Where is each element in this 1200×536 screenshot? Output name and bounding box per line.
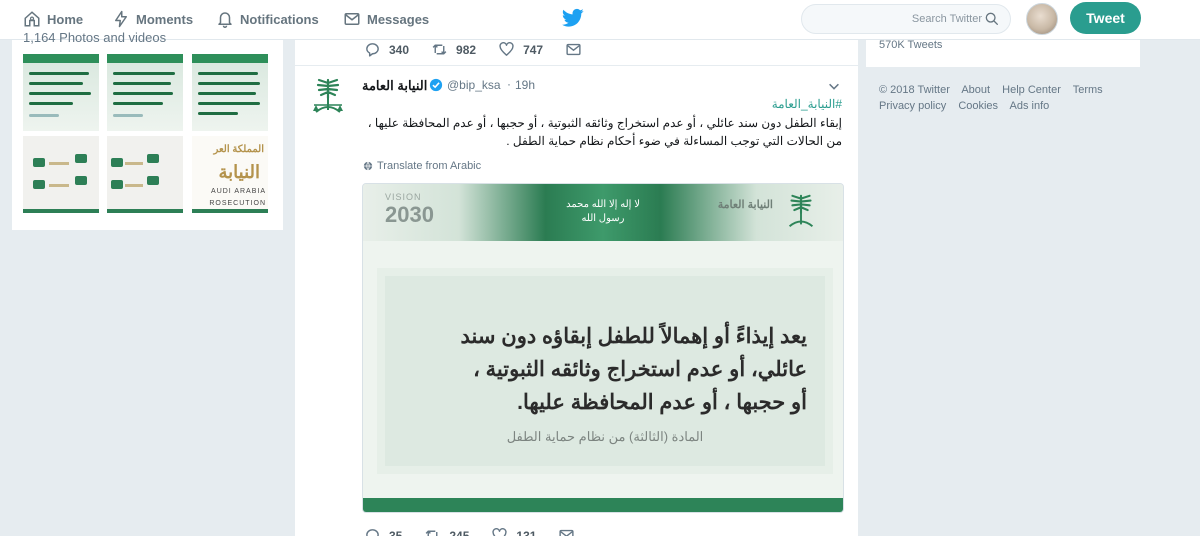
like-button[interactable]: 747 bbox=[498, 41, 543, 58]
envelope-icon bbox=[344, 13, 360, 25]
reply-icon bbox=[366, 529, 379, 536]
quote-text: يعد إيذاءً أو إهمالاً للطفل إبقاؤه دون س… bbox=[387, 320, 807, 419]
search-box[interactable] bbox=[801, 4, 1011, 34]
tweets-count: 570K Tweets bbox=[879, 39, 943, 51]
search-input[interactable] bbox=[812, 5, 982, 33]
photos-and-videos-panel: 1,164 Photos and videos المملكة العر الن… bbox=[12, 30, 283, 230]
footer-link-privacy[interactable]: Privacy policy bbox=[879, 100, 946, 112]
home-icon bbox=[24, 11, 40, 27]
quote-line: أو حجبها ، أو عدم المحافظة عليها. bbox=[517, 391, 807, 414]
thumbnail-logo-text: المملكة العر bbox=[213, 144, 264, 155]
nav-messages[interactable]: Messages bbox=[343, 0, 429, 38]
top-navigation-bar: Home Moments Notifications Messages Twee… bbox=[0, 0, 1200, 40]
bell-icon bbox=[218, 12, 232, 28]
retweet-button[interactable]: 982 bbox=[431, 41, 476, 58]
quote-card: يعد إيذاءً أو إهمالاً للطفل إبقاؤه دون س… bbox=[377, 268, 833, 474]
heart-icon bbox=[499, 42, 514, 56]
direct-message-button[interactable] bbox=[565, 41, 582, 58]
media-thumbnail[interactable] bbox=[192, 54, 268, 131]
tweet-meta-separator: · bbox=[507, 77, 511, 91]
media-thumbnail[interactable]: المملكة العر النيابة AUDI ARABIA ROSECUT… bbox=[192, 136, 268, 213]
tweet-hashtag[interactable]: #النيابة_العامة bbox=[772, 97, 842, 111]
like-count: 747 bbox=[523, 42, 544, 57]
lightning-icon bbox=[115, 10, 127, 28]
search-icon[interactable] bbox=[984, 11, 1000, 27]
thumbnail-logo-text: AUDI ARABIA bbox=[211, 188, 266, 195]
quote-line: يعد إيذاءً أو إهمالاً للطفل إبقاؤه دون س… bbox=[460, 325, 807, 348]
verified-badge-icon bbox=[429, 78, 443, 92]
profile-stats-panel: 570K Tweets bbox=[866, 39, 1140, 67]
nav-notifications[interactable]: Notifications bbox=[216, 0, 319, 38]
media-thumbnail[interactable] bbox=[23, 54, 99, 131]
thumbnail-logo-text: النيابة bbox=[218, 162, 261, 182]
footer-link-cookies[interactable]: Cookies bbox=[958, 100, 998, 112]
media-thumbnail[interactable] bbox=[107, 54, 183, 131]
like-button[interactable]: 131 bbox=[491, 527, 536, 536]
tweet-author-name[interactable]: النيابة العامة bbox=[362, 78, 427, 94]
reply-count: 35 bbox=[389, 528, 403, 536]
footer-link-help-center[interactable]: Help Center bbox=[1002, 84, 1061, 96]
thumbnail-logo-text: ROSECUTION bbox=[209, 200, 266, 207]
footer-copyright: © 2018 Twitter bbox=[879, 84, 950, 96]
footer-link-ads-info[interactable]: Ads info bbox=[1010, 100, 1050, 112]
site-footer: © 2018 Twitter About Help Center Terms P… bbox=[879, 82, 1129, 114]
palm-swords-logo-icon bbox=[788, 194, 814, 228]
tweet-media-image[interactable]: VISION 2030 لا إله إلا الله محمد رسول ال… bbox=[362, 183, 844, 513]
media-thumbnail[interactable] bbox=[23, 136, 99, 213]
translate-label: Translate from Arabic bbox=[377, 160, 482, 172]
retweet-icon bbox=[425, 530, 438, 536]
direct-message-button[interactable] bbox=[558, 527, 575, 536]
tweet-author-avatar[interactable] bbox=[307, 76, 349, 118]
calligraphy-text: لا إله إلا الله محمد رسول الله bbox=[566, 199, 640, 224]
vision-year: 2030 bbox=[385, 202, 434, 227]
vision-label: VISION bbox=[385, 192, 422, 202]
reply-button[interactable]: 340 bbox=[364, 41, 409, 58]
envelope-icon bbox=[566, 43, 581, 56]
retweet-count: 982 bbox=[456, 42, 477, 57]
banner-org-name: النيابة العامة bbox=[717, 199, 773, 211]
chevron-down-icon[interactable] bbox=[827, 79, 841, 93]
tweet-divider bbox=[295, 65, 858, 66]
envelope-icon bbox=[559, 529, 575, 536]
nav-messages-label: Messages bbox=[367, 11, 430, 27]
footer-link-terms[interactable]: Terms bbox=[1073, 84, 1103, 96]
twitter-bird-icon[interactable] bbox=[562, 8, 584, 28]
media-footer-bar bbox=[363, 498, 843, 512]
reply-count: 340 bbox=[389, 42, 410, 57]
tweet-author-handle[interactable]: @bip_ksa bbox=[447, 78, 501, 92]
profile-avatar[interactable] bbox=[1026, 3, 1058, 35]
quote-line: عائلي، أو عدم استخراج وثائقه الثبوتية ، bbox=[473, 358, 807, 381]
media-thumbnail[interactable] bbox=[107, 136, 183, 213]
heart-icon bbox=[492, 528, 507, 536]
retweet-count: 245 bbox=[449, 528, 470, 536]
reply-button[interactable]: 35 bbox=[364, 527, 402, 536]
previous-tweet-actions: 340 982 747 bbox=[364, 41, 604, 58]
retweet-icon bbox=[432, 44, 447, 55]
footer-link-about[interactable]: About bbox=[961, 84, 990, 96]
tweet-timestamp[interactable]: 19h bbox=[515, 78, 535, 92]
photos-videos-header[interactable]: 1,164 Photos and videos bbox=[23, 30, 166, 45]
tweet-button[interactable]: Tweet bbox=[1070, 2, 1141, 34]
nav-moments-label: Moments bbox=[136, 11, 194, 27]
reply-icon bbox=[366, 43, 379, 57]
globe-icon bbox=[363, 161, 373, 171]
retweet-button[interactable]: 245 bbox=[424, 527, 469, 536]
media-banner: VISION 2030 لا إله إلا الله محمد رسول ال… bbox=[363, 184, 843, 241]
timeline: 340 982 747 النيابة العامة @bip_ksa · 19… bbox=[295, 40, 858, 536]
nav-home-label: Home bbox=[47, 11, 84, 27]
like-count: 131 bbox=[516, 528, 537, 536]
nav-notifications-label: Notifications bbox=[240, 11, 319, 27]
tweet-actions: 35 245 131 bbox=[364, 527, 597, 536]
tweet-text: إبقاء الطفل دون سند عائلي ، أو عدم استخر… bbox=[367, 116, 842, 148]
quote-source: المادة (الثالثة) من نظام حماية الطفل bbox=[506, 429, 704, 444]
translate-link[interactable]: Translate from Arabic bbox=[363, 160, 481, 172]
